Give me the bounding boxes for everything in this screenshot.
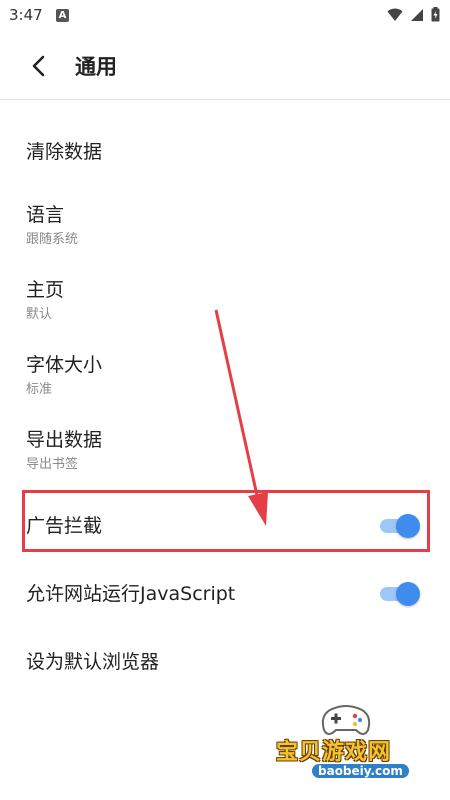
watermark-url: baobeiy.com (312, 764, 409, 778)
arrow-head-icon (248, 492, 268, 526)
annotation-arrow (214, 309, 268, 526)
watermark-text: 宝贝游戏网 (276, 740, 392, 765)
watermark-logo: 宝贝游戏网 baobeiy.com (270, 700, 440, 790)
gamepad-icon (321, 705, 371, 735)
